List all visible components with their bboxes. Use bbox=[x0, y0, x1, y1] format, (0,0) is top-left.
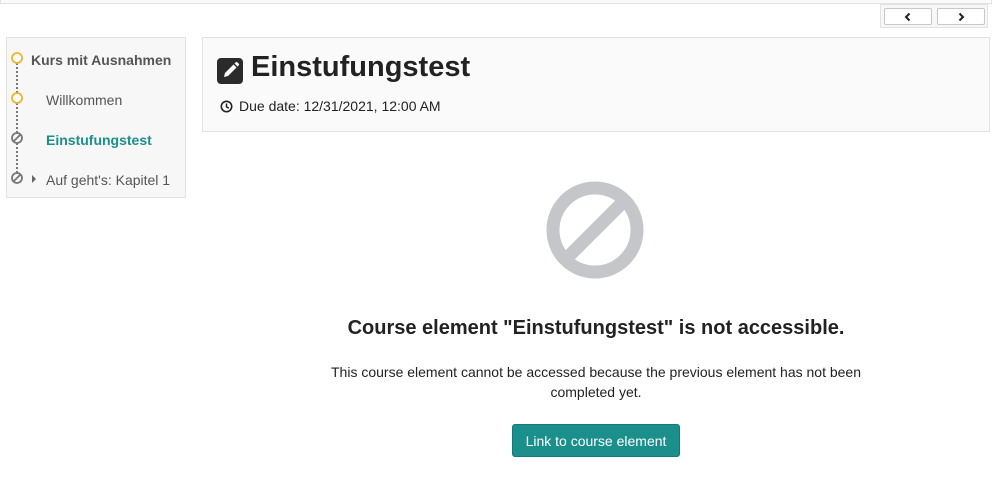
next-element-button[interactable] bbox=[937, 8, 985, 25]
not-accessible-title: Course element "Einstufungstest" is not … bbox=[347, 317, 845, 339]
menu-item-willkommen[interactable]: Willkommen bbox=[7, 89, 185, 109]
menu-item-kapitel-1[interactable]: Auf geht's: Kapitel 1 bbox=[7, 169, 185, 189]
in-progress-status-icon bbox=[11, 52, 23, 64]
due-date: Due date: 12/31/2021, 12:00 AM bbox=[239, 98, 441, 114]
menu-item-label: Auf geht's: Kapitel 1 bbox=[46, 172, 171, 188]
pencil-square-icon bbox=[217, 58, 243, 84]
menu-item-einstufungstest[interactable]: Einstufungstest bbox=[7, 129, 185, 149]
top-toolbar-strip bbox=[0, 0, 992, 4]
menu-tree-line bbox=[16, 63, 18, 173]
menu-item-label: Kurs mit Ausnahmen bbox=[31, 52, 172, 68]
link-to-course-element-button[interactable]: Link to course element bbox=[512, 424, 680, 457]
menu-item-label: Einstufungstest bbox=[46, 132, 152, 148]
chevron-left-icon bbox=[904, 12, 911, 21]
menu-item-label: Willkommen bbox=[46, 92, 123, 108]
not-accessible-description: This course element cannot be accessed b… bbox=[331, 364, 861, 400]
menu-item-course-root[interactable]: Kurs mit Ausnahmen bbox=[7, 49, 185, 69]
clock-icon bbox=[220, 100, 233, 113]
chevron-right-icon bbox=[958, 12, 965, 21]
page-title: Einstufungstest bbox=[251, 51, 471, 83]
in-progress-status-icon bbox=[11, 92, 23, 104]
previous-element-button[interactable] bbox=[884, 8, 932, 25]
element-navigation bbox=[880, 4, 988, 28]
caret-right-icon[interactable] bbox=[30, 174, 38, 184]
blocked-status-icon bbox=[11, 132, 23, 144]
blocked-status-icon bbox=[11, 172, 23, 184]
course-menu: Kurs mit Ausnahmen Willkommen Einstufung… bbox=[6, 37, 186, 198]
blocked-icon bbox=[546, 181, 644, 279]
course-element-header: Einstufungstest Due date: 12/31/2021, 12… bbox=[202, 37, 990, 132]
